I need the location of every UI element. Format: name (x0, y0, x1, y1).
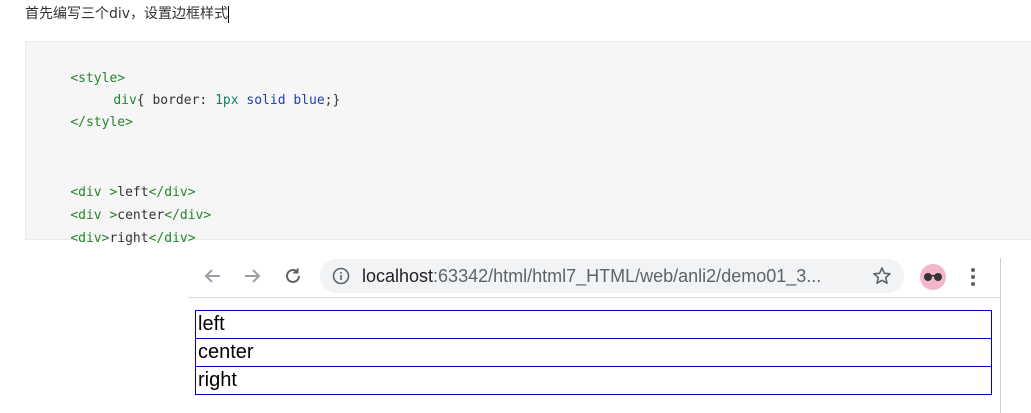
code-line-div-center: <div >center</div> (39, 189, 211, 223)
code-token: border: (152, 93, 216, 108)
url-host: localhost (362, 266, 434, 286)
url-path: :63342/html/html7_HTML/web/anli2/demo01_… (433, 266, 822, 286)
code-line-style-close: </style> (39, 96, 133, 130)
reload-icon[interactable] (279, 262, 307, 290)
code-line-rule: div{ border: 1px solid blue;} (82, 74, 340, 108)
code-block: <style> div{ border: 1px solid blue;} </… (25, 41, 1031, 246)
forward-arrow-icon[interactable] (238, 262, 266, 290)
browser-edge (1000, 258, 1001, 413)
code-token: right (109, 231, 149, 246)
back-arrow-icon[interactable] (199, 262, 227, 290)
more-vert-icon[interactable] (963, 264, 983, 290)
code-line-div-left: <div >left</div> (39, 166, 195, 200)
rendered-div-right: right (195, 366, 992, 395)
heading-text: 首先编写三个div，设置边框样式 (25, 6, 229, 22)
code-token: 1px (215, 93, 239, 108)
code-token: </div> (148, 231, 196, 246)
code-token: { (136, 93, 153, 108)
star-icon[interactable] (872, 266, 892, 286)
code-line-div-right: <div>right</div> (39, 212, 195, 246)
address-bar[interactable]: localhost:63342/html/html7_HTML/web/anli… (320, 259, 904, 293)
url-text[interactable]: localhost:63342/html/html7_HTML/web/anli… (362, 265, 821, 287)
text-cursor (228, 5, 230, 23)
code-token: blue (293, 93, 325, 108)
code-token: solid (246, 93, 286, 108)
info-icon[interactable] (332, 267, 350, 285)
article-heading: 首先编写三个div，设置边框样式 (25, 4, 230, 24)
code-token: </style> (70, 115, 133, 130)
code-token: ;} (324, 93, 341, 108)
code-token: <div> (70, 231, 110, 246)
code-line-style-open: <style> (39, 52, 125, 86)
toolbar-divider (188, 297, 1000, 298)
extension-glasses-icon[interactable] (920, 264, 946, 290)
rendered-div-left: left (195, 310, 992, 339)
rendered-div-center: center (195, 338, 992, 367)
